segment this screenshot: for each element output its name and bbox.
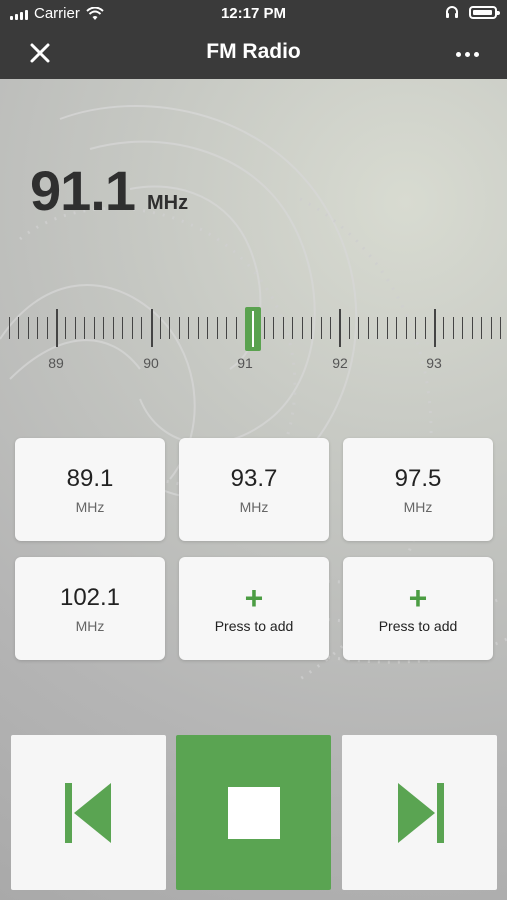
tuner-tick-label: 89 — [48, 355, 64, 371]
tuner-needle[interactable] — [245, 307, 261, 351]
tuner-minor-tick — [207, 317, 208, 339]
tuner-minor-tick — [406, 317, 407, 339]
previous-station-button[interactable] — [11, 735, 166, 890]
tuner-minor-tick — [160, 317, 161, 339]
tuner-minor-tick — [377, 317, 378, 339]
tuner-minor-tick — [481, 317, 482, 339]
battery-icon — [469, 5, 500, 19]
tuner-minor-tick — [169, 317, 170, 339]
preset-unit: MHz — [75, 498, 105, 515]
tuner-minor-tick — [217, 317, 218, 339]
tuner-tick-label: 90 — [143, 355, 159, 371]
plus-icon: + — [244, 579, 264, 616]
preset-button[interactable]: 93.7 MHz — [179, 438, 329, 541]
add-preset-label: Press to add — [214, 617, 294, 634]
headphones-icon — [446, 6, 458, 18]
tuner-major-tick — [434, 309, 436, 347]
preset-frequency: 97.5 — [394, 464, 442, 492]
add-preset-label: Press to add — [378, 617, 458, 634]
preset-unit: MHz — [75, 617, 105, 634]
navbar: FM Radio — [0, 28, 507, 79]
preset-frequency: 93.7 — [230, 464, 278, 492]
tuner-minor-tick — [198, 317, 199, 339]
tuner-minor-tick — [491, 317, 492, 339]
tuner-minor-tick — [321, 317, 322, 339]
preset-frequency: 102.1 — [59, 583, 121, 611]
skip-previous-icon — [64, 782, 111, 843]
tuner-minor-tick — [65, 317, 66, 339]
status-time: 12:17 PM — [220, 5, 287, 22]
tuner-minor-tick — [75, 317, 76, 339]
frequency-value: 91.1 — [30, 159, 136, 222]
tuner-minor-tick — [358, 317, 359, 339]
tuner-minor-tick — [472, 317, 473, 339]
tuner-minor-tick — [273, 317, 274, 339]
tuner-minor-tick — [425, 317, 426, 339]
preset-button[interactable]: 102.1 MHz — [15, 557, 165, 660]
tuner-minor-tick — [9, 317, 10, 339]
tuner-tick-label: 91 — [237, 355, 253, 371]
tuner-tick-label: 92 — [332, 355, 348, 371]
tuner-minor-tick — [264, 317, 265, 339]
preset-button[interactable]: 97.5 MHz — [343, 438, 493, 541]
tuner-minor-tick — [28, 317, 29, 339]
top-bar: Carrier 12:17 PM FM Radio — [0, 0, 507, 79]
skip-next-icon — [397, 782, 444, 843]
tuner-minor-tick — [226, 317, 227, 339]
tuner-minor-tick — [330, 317, 331, 339]
tuner-minor-tick — [302, 317, 303, 339]
tuner-minor-tick — [349, 317, 350, 339]
tuner-minor-tick — [292, 317, 293, 339]
status-bar: Carrier 12:17 PM — [0, 0, 507, 28]
next-station-button[interactable] — [342, 735, 497, 890]
more-options-icon[interactable] — [453, 40, 481, 68]
tuner-minor-tick — [188, 317, 189, 339]
plus-icon: + — [408, 579, 428, 616]
tuner-minor-tick — [311, 317, 312, 339]
add-preset-button[interactable]: + Press to add — [343, 557, 493, 660]
tuner-minor-tick — [368, 317, 369, 339]
tuner-minor-tick — [18, 317, 19, 339]
tuner-major-tick — [56, 309, 58, 347]
tuner-minor-tick — [387, 317, 388, 339]
tuner-minor-tick — [84, 317, 85, 339]
stop-button[interactable] — [176, 735, 331, 890]
tuner-minor-tick — [47, 317, 48, 339]
preset-button[interactable]: 89.1 MHz — [15, 438, 165, 541]
tuner-minor-tick — [236, 317, 237, 339]
tuner-minor-tick — [415, 317, 416, 339]
page-title: FM Radio — [206, 40, 301, 63]
tuner-major-tick — [151, 309, 153, 347]
tuner-minor-tick — [283, 317, 284, 339]
add-preset-button[interactable]: + Press to add — [179, 557, 329, 660]
tuner-minor-tick — [141, 317, 142, 339]
tuner-minor-tick — [103, 317, 104, 339]
tuner-minor-tick — [113, 317, 114, 339]
tuner-minor-tick — [122, 317, 123, 339]
tuner-major-tick — [339, 309, 341, 347]
stop-icon — [227, 786, 280, 839]
tuner-minor-tick — [500, 317, 501, 339]
preset-frequency: 89.1 — [66, 464, 114, 492]
tuner-minor-tick — [462, 317, 463, 339]
tuner-minor-tick — [453, 317, 454, 339]
radio-panel: 91.1 MHz 89 90 91 92 93 89.1 MHz 93.7 MHz 97… — [0, 79, 507, 900]
current-frequency: 91.1 MHz — [30, 163, 188, 219]
tuner-minor-tick — [94, 317, 95, 339]
frequency-unit: MHz — [147, 192, 189, 214]
frequency-tuner-dial[interactable]: 89 90 91 92 93 — [0, 307, 507, 377]
tuner-minor-tick — [443, 317, 444, 339]
tuner-minor-tick — [179, 317, 180, 339]
tuner-minor-tick — [37, 317, 38, 339]
tuner-tick-label: 93 — [426, 355, 442, 371]
preset-unit: MHz — [239, 498, 269, 515]
tuner-minor-tick — [396, 317, 397, 339]
tuner-minor-tick — [132, 317, 133, 339]
preset-unit: MHz — [403, 498, 433, 515]
